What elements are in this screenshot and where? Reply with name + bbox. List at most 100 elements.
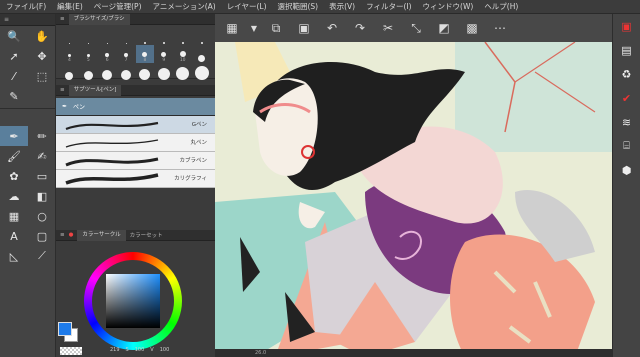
- subtool-group-header[interactable]: ✒ ペン: [56, 98, 215, 116]
- brush-size-item[interactable]: [173, 27, 192, 45]
- color-wheel[interactable]: [84, 252, 182, 350]
- blend-tool-icon[interactable]: ☁: [0, 186, 28, 206]
- right-dock: ▣ ▤ ♻ ✔ ≋ ⌸ ⬢: [612, 14, 640, 357]
- menu-file[interactable]: ファイル(F): [6, 1, 46, 12]
- main-color-swatch[interactable]: [58, 322, 72, 336]
- brush-size-item[interactable]: [192, 45, 211, 63]
- menu-page[interactable]: ページ管理(P): [94, 1, 142, 12]
- copy-icon[interactable]: ⧉: [265, 18, 287, 38]
- brush-size-item[interactable]: [192, 63, 211, 81]
- pen-tool-icon[interactable]: ✒: [0, 126, 28, 146]
- brush-size-item[interactable]: [98, 63, 117, 81]
- brush-size-item[interactable]: [98, 27, 117, 45]
- subtool-tab[interactable]: サブツール[ペン]: [68, 84, 122, 96]
- auto-select-tool-icon[interactable]: ⁄: [0, 66, 28, 86]
- grid-icon[interactable]: ▦: [221, 18, 243, 38]
- blank-tool-icon: [28, 86, 56, 106]
- brush-size-item[interactable]: 6: [98, 45, 117, 63]
- pencil-tool-icon[interactable]: ✏: [28, 126, 56, 146]
- value-value[interactable]: 100: [160, 347, 170, 353]
- brush-item-gpen[interactable]: Gペン: [56, 116, 215, 134]
- brush-size-item[interactable]: [192, 27, 211, 45]
- brush-size-item[interactable]: 10: [173, 45, 192, 63]
- brush-size-item[interactable]: 9: [154, 45, 173, 63]
- more-icon[interactable]: ⋯: [489, 18, 511, 38]
- layer-icon[interactable]: ▣: [613, 14, 640, 38]
- fill-tool-icon[interactable]: ◧: [28, 186, 56, 206]
- menu-select[interactable]: 選択範囲(S): [278, 1, 319, 12]
- tool-palette-tab[interactable]: ≡: [0, 14, 55, 26]
- ruler-tool-icon[interactable]: ◺: [0, 246, 28, 266]
- menu-animation[interactable]: アニメーション(A): [153, 1, 216, 12]
- brush-item-calligraphy[interactable]: カリグラフィ: [56, 170, 215, 188]
- menu-filter[interactable]: フィルター(I): [366, 1, 411, 12]
- frame-tool-icon[interactable]: ▢: [28, 226, 56, 246]
- brush-size-item[interactable]: [117, 63, 136, 81]
- zoom-tool-icon[interactable]: 🔍: [0, 26, 28, 46]
- menu-help[interactable]: ヘルプ(H): [484, 1, 518, 12]
- text-tool-icon[interactable]: A: [0, 226, 28, 246]
- zoom-readout[interactable]: 26.0: [255, 350, 266, 356]
- collapse-icon[interactable]: ≡: [60, 16, 65, 22]
- hue-value[interactable]: 219: [110, 347, 120, 353]
- brush-size-item[interactable]: [79, 63, 98, 81]
- color-set-tab[interactable]: カラーセット: [130, 231, 163, 239]
- brush-size-item[interactable]: 4: [60, 45, 79, 63]
- eraser-tool-icon[interactable]: ▭: [28, 166, 56, 186]
- brush-size-item[interactable]: [79, 27, 98, 45]
- operation-tool-icon[interactable]: ➚: [0, 46, 28, 66]
- fill-icon[interactable]: ◩: [433, 18, 455, 38]
- brush-size-item[interactable]: [136, 63, 155, 81]
- menu-edit[interactable]: 編集(E): [57, 1, 83, 12]
- color-circle-tab[interactable]: カラーサークル: [77, 229, 126, 241]
- airbrush-tool-icon[interactable]: ✍: [28, 146, 56, 166]
- brush-size-item[interactable]: 7: [117, 45, 136, 63]
- brush-size-item[interactable]: [154, 27, 173, 45]
- history-icon[interactable]: ≋: [613, 110, 640, 134]
- saturation-value[interactable]: 100: [135, 347, 145, 353]
- menu-window[interactable]: ウィンドウ(W): [423, 1, 474, 12]
- move-tool-icon[interactable]: ✥: [28, 46, 56, 66]
- brush-size-item[interactable]: [60, 63, 79, 81]
- brush-size-item[interactable]: [173, 63, 192, 81]
- undo-icon[interactable]: ↶: [321, 18, 343, 38]
- navigator-icon[interactable]: ▤: [613, 38, 640, 62]
- transparent-color-swatch[interactable]: [60, 347, 82, 355]
- clear-icon[interactable]: ✂: [377, 18, 399, 38]
- correction-tool-icon[interactable]: ⟋: [28, 246, 56, 266]
- 3d-icon[interactable]: ⬢: [613, 158, 640, 182]
- brush-size-item[interactable]: [136, 27, 155, 45]
- decoration-tool-icon[interactable]: ✿: [0, 166, 28, 186]
- brush-size-item[interactable]: [60, 27, 79, 45]
- settings-icon[interactable]: ▩: [461, 18, 483, 38]
- brush-size-item-selected[interactable]: 8: [135, 45, 155, 63]
- menu-view[interactable]: 表示(V): [329, 1, 355, 12]
- brush-size-tab[interactable]: ブラシサイズ/ブラシ: [68, 13, 130, 25]
- brush-stroke-preview: [65, 173, 159, 185]
- brush-item-kabura-pen[interactable]: カブラペン: [56, 152, 215, 170]
- color-icon[interactable]: ✔: [613, 86, 640, 110]
- command-bar: ▦ ▼ ⧉ ▣ ↶ ↷ ✂ ⤡ ◩ ▩ ⋯: [215, 14, 612, 42]
- gradient-tool-icon[interactable]: ▦: [0, 206, 28, 226]
- redo-icon[interactable]: ↷: [349, 18, 371, 38]
- collapse-icon[interactable]: ≡: [60, 87, 65, 93]
- selection-tool-icon[interactable]: ⬚: [28, 66, 56, 86]
- brush-tool-icon[interactable]: 🖌: [0, 146, 28, 166]
- brush-item-maru-pen[interactable]: 丸ペン: [56, 134, 215, 152]
- brush-size-item[interactable]: [117, 27, 136, 45]
- material-icon[interactable]: ♻: [613, 62, 640, 86]
- tool-palette: ≡ 🔍 ✋ ➚ ✥ ⁄ ⬚ ✎ ✒ ✏ 🖌 ✍ ✿ ▭ ☁ ◧ ▦ ○ A ▢ …: [0, 14, 56, 357]
- hand-tool-icon[interactable]: ✋: [28, 26, 56, 46]
- figure-tool-icon[interactable]: ○: [28, 206, 56, 226]
- brush-size-item[interactable]: [154, 63, 173, 81]
- brush-size-item[interactable]: 5: [79, 45, 98, 63]
- collapse-icon[interactable]: ≡: [60, 232, 65, 238]
- drawing-canvas[interactable]: [215, 42, 612, 357]
- menu-layer[interactable]: レイヤー(L): [227, 1, 267, 12]
- dropdown-icon[interactable]: ▼: [249, 18, 259, 38]
- layer-property-icon[interactable]: ⌸: [613, 134, 640, 158]
- paste-icon[interactable]: ▣: [293, 18, 315, 38]
- transform-icon[interactable]: ⤡: [405, 18, 427, 38]
- saturation-value-square[interactable]: [106, 274, 160, 328]
- eyedropper-tool-icon[interactable]: ✎: [0, 86, 28, 106]
